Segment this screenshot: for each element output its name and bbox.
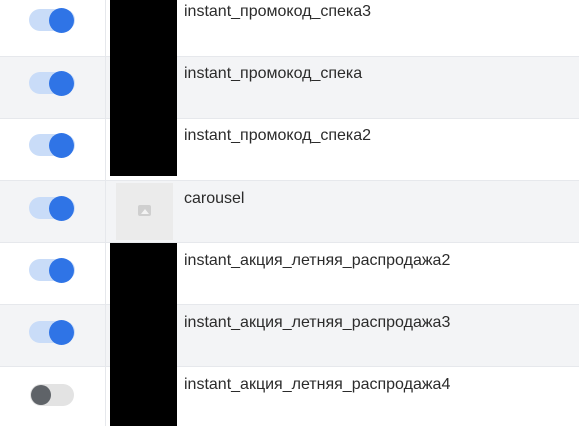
thumbnail-redacted (110, 119, 177, 176)
toggle-knob (49, 7, 74, 33)
toggle-knob (49, 132, 74, 158)
ad-list: instant_промокод_спека3 instant_промокод… (0, 0, 579, 426)
toggle-knob (49, 319, 74, 345)
image-placeholder-icon (138, 205, 151, 216)
toggle-knob (49, 70, 74, 96)
toggle-knob (31, 385, 51, 405)
thumbnail-placeholder (116, 183, 173, 240)
toggle-cell (0, 305, 106, 366)
status-toggle[interactable] (30, 384, 74, 406)
toggle-cell (0, 57, 106, 118)
item-name[interactable]: carousel (184, 190, 244, 208)
item-name[interactable]: instant_промокод_спека (184, 65, 362, 83)
thumbnail-redacted (110, 57, 177, 119)
status-toggle[interactable] (29, 195, 75, 221)
list-item: carousel (0, 181, 579, 243)
status-toggle[interactable] (29, 132, 75, 158)
toggle-cell (0, 367, 106, 426)
status-toggle[interactable] (29, 319, 75, 345)
list-item: instant_промокод_спека3 (0, 0, 579, 57)
thumbnail-redacted (110, 0, 177, 57)
toggle-cell (0, 0, 106, 56)
list-item: instant_акция_летняя_распродажа2 (0, 243, 579, 305)
item-name[interactable]: instant_акция_летняя_распродажа4 (184, 376, 450, 394)
toggle-cell (0, 119, 106, 180)
item-name[interactable]: instant_промокод_спека2 (184, 127, 371, 145)
item-name[interactable]: instant_промокод_спека3 (184, 3, 371, 21)
list-item: instant_акция_летняя_распродажа4 (0, 367, 579, 426)
toggle-cell (0, 181, 106, 242)
thumbnail-redacted (110, 305, 177, 367)
thumbnail-redacted (110, 367, 177, 426)
list-item: instant_промокод_спека (0, 57, 579, 119)
toggle-knob (49, 195, 74, 221)
list-item: instant_промокод_спека2 (0, 119, 579, 181)
status-toggle[interactable] (29, 7, 75, 33)
item-name[interactable]: instant_акция_летняя_распродажа3 (184, 314, 450, 332)
thumbnail-redacted (110, 243, 177, 305)
list-item: instant_акция_летняя_распродажа3 (0, 305, 579, 367)
status-toggle[interactable] (29, 257, 75, 283)
toggle-knob (49, 257, 74, 283)
status-toggle[interactable] (29, 70, 75, 96)
toggle-cell (0, 243, 106, 304)
item-name[interactable]: instant_акция_летняя_распродажа2 (184, 252, 450, 270)
